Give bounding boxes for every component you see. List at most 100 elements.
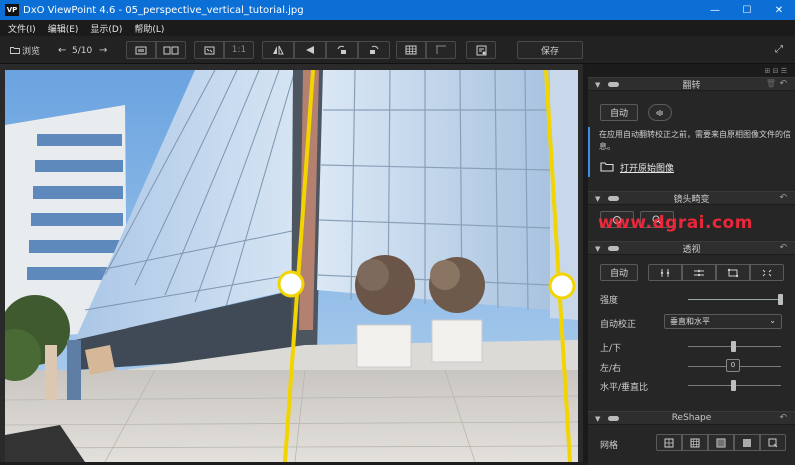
flip-horizontal-icon	[273, 45, 284, 55]
reset-icon[interactable]: ↶	[779, 79, 787, 89]
browse-button[interactable]: 浏览	[6, 41, 44, 59]
info-accent-bar	[588, 127, 590, 177]
chevron-down-icon: ⌄	[769, 316, 776, 325]
image-viewer	[0, 64, 583, 462]
reshape-grid-4-button[interactable]	[734, 434, 760, 451]
perspective-auto-button[interactable]: 自动	[600, 264, 638, 281]
vertical-lines-icon	[660, 268, 670, 277]
next-image-icon[interactable]: →	[99, 45, 107, 56]
auto-correct-dropdown[interactable]: 垂直和水平 ⌄	[664, 314, 782, 329]
rotate-left-icon	[337, 45, 346, 54]
intensity-slider-knob[interactable]	[778, 294, 783, 305]
guides-icon	[436, 45, 446, 54]
collapse-caret-icon[interactable]: ▼	[595, 195, 600, 203]
reset-icon[interactable]: ↶	[779, 413, 787, 423]
flip-vertical-button[interactable]	[294, 41, 326, 59]
compare-view-button[interactable]	[156, 41, 186, 59]
open-original-link[interactable]: 打开原始图像	[620, 161, 674, 174]
fullscreen-icon[interactable]: ⤢	[775, 44, 783, 55]
browse-label: 浏览	[21, 46, 40, 57]
title-bar: VP DxO ViewPoint 4.6 - 05_perspective_ve…	[0, 0, 795, 20]
rectangle-icon	[727, 268, 739, 277]
collapse-caret-icon[interactable]: ▼	[595, 245, 600, 253]
trash-icon[interactable]: 🗑	[766, 79, 776, 88]
reshape-grid-1-button[interactable]	[656, 434, 682, 451]
perspective-eight-point-button[interactable]	[750, 264, 784, 281]
grid-dense-icon	[716, 438, 726, 447]
minimize-button[interactable]: —	[699, 0, 731, 20]
grid-custom-icon	[768, 438, 778, 447]
single-view-button[interactable]	[126, 41, 156, 59]
flip-horizontal-button[interactable]	[262, 41, 294, 59]
export-settings-icon	[476, 45, 486, 55]
flip-detect-button[interactable]	[648, 104, 672, 121]
intensity-label: 强度	[600, 296, 619, 306]
building-photo	[5, 70, 578, 462]
menu-bar: 文件(I) 编辑(E) 显示(D) 帮助(L)	[0, 20, 795, 36]
collapse-caret-icon[interactable]: ▼	[595, 415, 600, 423]
ratio-slider-knob[interactable]	[731, 380, 736, 391]
perspective-section-header[interactable]: ▼ 透视 ↶	[588, 241, 795, 255]
menu-file[interactable]: 文件(I)	[8, 22, 36, 35]
close-button[interactable]: ✕	[763, 0, 795, 20]
prev-image-icon[interactable]: ←	[58, 45, 66, 56]
panel-header: ⊞ ⊟ ☰	[588, 64, 795, 77]
folder-icon	[10, 47, 20, 54]
reshape-custom-button[interactable]	[760, 434, 786, 451]
guides-button[interactable]	[426, 41, 456, 59]
lens-section-title: 镜头畸变	[673, 194, 710, 205]
flip-toggle[interactable]	[608, 82, 619, 87]
reshape-toggle[interactable]	[608, 416, 619, 421]
auto-correct-label: 自动校正	[600, 320, 637, 330]
grid-label: 网格	[600, 441, 619, 451]
menu-view[interactable]: 显示(D)	[90, 22, 122, 35]
page-counter: 5/10	[72, 46, 93, 56]
app-icon: VP	[5, 4, 19, 16]
updown-slider-knob[interactable]	[731, 341, 736, 352]
grid-2x2-icon	[664, 438, 674, 447]
save-button[interactable]: 保存	[517, 41, 583, 59]
perspective-rectangle-button[interactable]	[716, 264, 750, 281]
fit-screen-icon	[204, 46, 214, 54]
panel-layout-icons[interactable]: ⊞ ⊟ ☰	[765, 67, 787, 75]
fit-screen-button[interactable]	[194, 41, 224, 59]
flip-section-header[interactable]: ▼ 翻转 🗑 ↶	[588, 77, 795, 91]
photo-canvas[interactable]	[5, 70, 578, 462]
flip-section-title: 翻转	[682, 80, 701, 91]
rotate-right-icon	[370, 45, 379, 54]
correction-panel: ⊞ ⊟ ☰ ▼ 翻转 🗑 ↶ 自动 在应用自动翻转校正之前，需要来自原相图像文件…	[588, 64, 795, 465]
lens-toggle[interactable]	[608, 196, 619, 201]
perspective-toggle[interactable]	[608, 246, 619, 251]
waveform-icon	[656, 109, 663, 116]
export-settings-button[interactable]	[466, 41, 496, 59]
flip-auto-button[interactable]: 自动	[600, 104, 638, 121]
zoom-100-button[interactable]: 1:1	[224, 41, 254, 59]
rotate-right-button[interactable]	[358, 41, 390, 59]
compare-view-icon	[163, 46, 179, 54]
horizontal-lines-icon	[694, 269, 704, 276]
menu-edit[interactable]: 编辑(E)	[48, 22, 79, 35]
lens-section-header[interactable]: ▼ 镜头畸变 ↶	[588, 191, 795, 205]
grid-button[interactable]	[396, 41, 426, 59]
leftright-value-box[interactable]: 0	[726, 359, 740, 372]
maximize-button[interactable]: ☐	[731, 0, 763, 20]
reshape-section-header[interactable]: ▼ ReShape ↶	[588, 411, 795, 425]
leftright-label: 左/右	[600, 364, 622, 374]
perspective-horizontal-button[interactable]	[682, 264, 716, 281]
collapse-caret-icon[interactable]: ▼	[595, 81, 600, 89]
intensity-slider-track[interactable]	[688, 299, 781, 300]
perspective-vertical-button[interactable]	[648, 264, 682, 281]
perspective-section-body: 自动 强度 自动校正 垂直和水平 ⌄ 上/下 左/右 0 水平/垂直比	[588, 255, 795, 407]
reshape-section-body: 网格	[588, 425, 795, 465]
reshape-grid-3-button[interactable]	[708, 434, 734, 451]
menu-help[interactable]: 帮助(L)	[134, 22, 164, 35]
reshape-grid-2-button[interactable]	[682, 434, 708, 451]
open-folder-icon	[600, 162, 614, 172]
window-title: DxO ViewPoint 4.6 - 05_perspective_verti…	[23, 4, 304, 16]
grid-fill-icon	[743, 438, 751, 447]
reset-icon[interactable]: ↶	[779, 243, 787, 253]
rotate-left-button[interactable]	[326, 41, 358, 59]
reshape-section-title: ReShape	[671, 413, 712, 423]
perspective-section-title: 透视	[682, 244, 701, 255]
reset-icon[interactable]: ↶	[779, 193, 787, 203]
